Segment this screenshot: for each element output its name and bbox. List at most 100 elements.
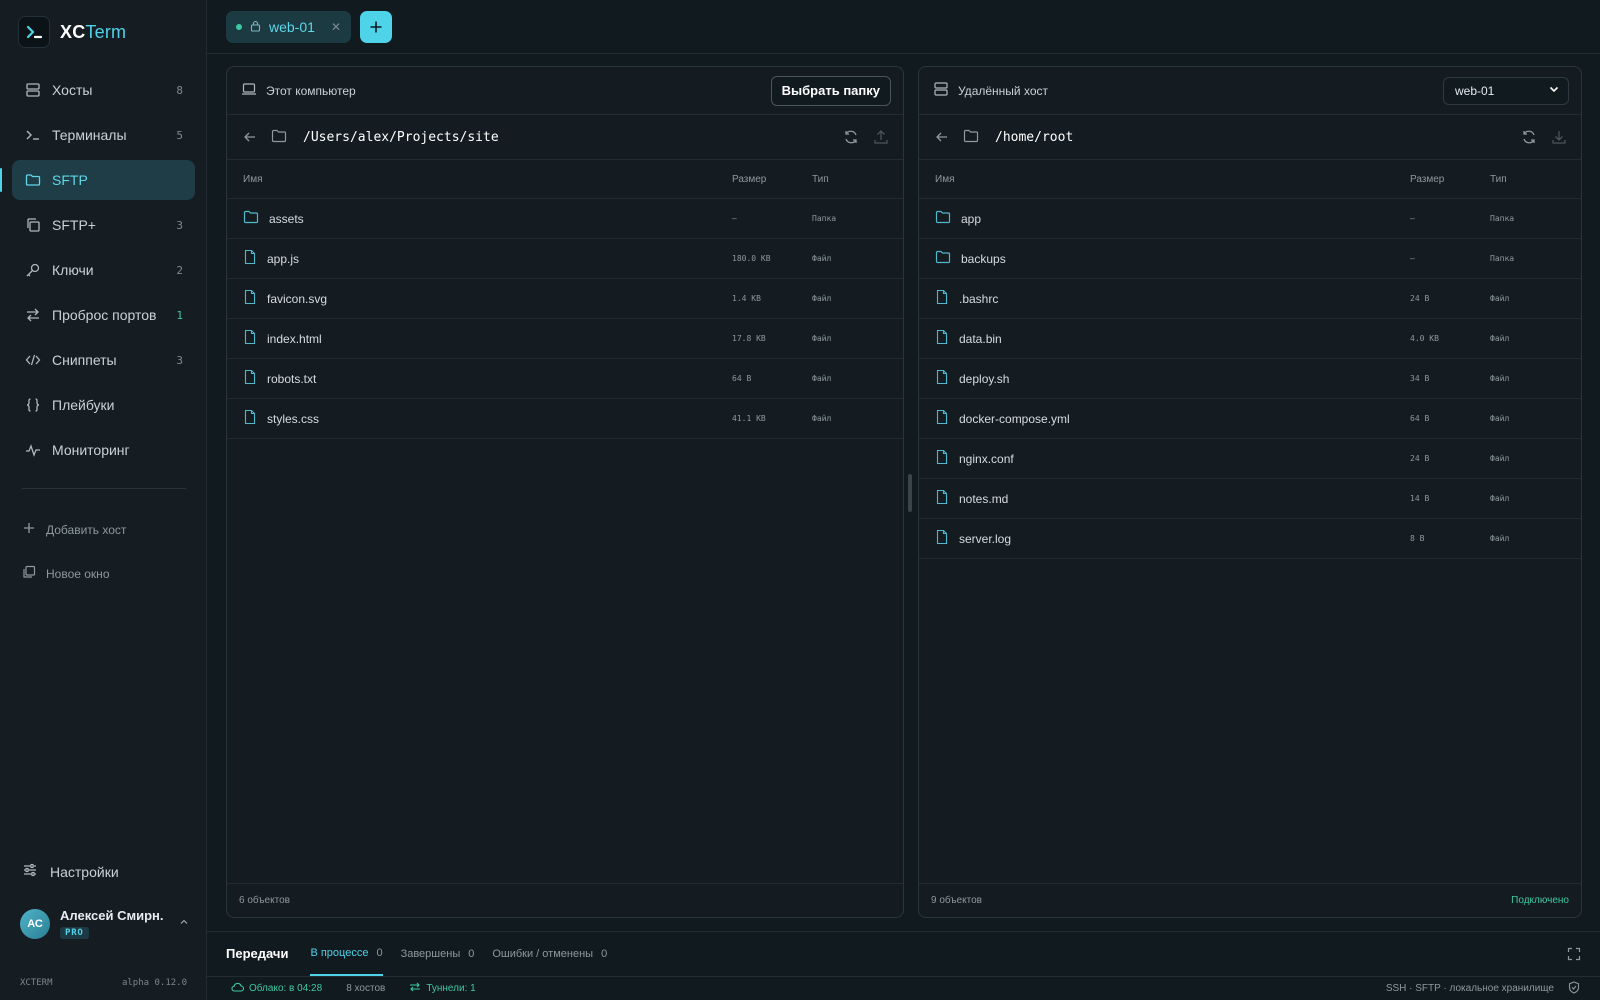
sidebar-item-terminals[interactable]: Терминалы 5 <box>12 115 195 155</box>
tab-count: 0 <box>601 947 608 960</box>
table-row[interactable]: favicon.svg 1.4 KB Файл <box>227 279 903 319</box>
refresh-icon[interactable] <box>843 129 859 145</box>
column-type[interactable]: Тип <box>812 174 887 185</box>
tab-errors[interactable]: Ошибки / отменены 0 <box>492 932 607 976</box>
chevron-down-icon <box>1548 83 1560 98</box>
file-type: Файл <box>1490 534 1510 543</box>
settings-button[interactable]: Настройки <box>22 862 119 881</box>
file-size: 64 B <box>732 374 752 383</box>
sidebar-item-count: 2 <box>176 263 183 277</box>
object-count: 6 объектов <box>239 895 290 906</box>
cloud-sync-text: Облако: в 04:28 <box>249 983 323 994</box>
table-row[interactable]: nginx.conf 24 B Файл <box>919 439 1581 479</box>
table-row[interactable]: .bashrc 24 B Файл <box>919 279 1581 319</box>
file-size: — <box>732 214 737 223</box>
sidebar-divider <box>22 488 186 489</box>
sidebar-item-monitoring[interactable]: Мониторинг <box>12 430 195 470</box>
sidebar-item-playbooks[interactable]: Плейбуки <box>12 385 195 425</box>
upload-icon[interactable] <box>873 129 889 145</box>
file-icon <box>935 329 949 348</box>
file-type: Папка <box>1490 214 1515 223</box>
sidebar-item-label: SFTP <box>52 172 88 188</box>
window-icon <box>22 565 36 582</box>
table-row[interactable]: backups — Папка <box>919 239 1581 279</box>
table-row[interactable]: data.bin 4.0 KB Файл <box>919 319 1581 359</box>
file-name: backups <box>961 251 1006 266</box>
column-size[interactable]: Размер <box>732 174 812 185</box>
local-path[interactable]: /Users/alex/Projects/site <box>303 130 829 145</box>
column-size[interactable]: Размер <box>1410 174 1490 185</box>
tab-web-01[interactable]: web-01 ✕ <box>226 11 351 43</box>
back-arrow-icon[interactable] <box>935 130 949 144</box>
tab-completed[interactable]: Завершены 0 <box>401 932 475 976</box>
add-host-button[interactable]: Добавить хост <box>22 521 126 538</box>
sidebar-item-label: Ключи <box>52 262 94 278</box>
file-icon <box>243 409 257 428</box>
new-window-button[interactable]: Новое окно <box>22 565 110 582</box>
table-row[interactable]: robots.txt 64 B Файл <box>227 359 903 399</box>
new-window-label: Новое окно <box>46 566 110 581</box>
sidebar-item-sftp[interactable]: SFTP <box>0 160 195 200</box>
tab-in-progress[interactable]: В процессе 0 <box>310 932 383 976</box>
back-arrow-icon[interactable] <box>243 130 257 144</box>
copy-icon <box>24 216 42 234</box>
column-name[interactable]: Имя <box>935 174 1410 185</box>
column-type[interactable]: Тип <box>1490 174 1565 185</box>
brand: XCTerm <box>18 16 126 48</box>
file-size: — <box>1410 214 1415 223</box>
file-size: 4.0 KB <box>1410 334 1439 343</box>
download-icon[interactable] <box>1551 129 1567 145</box>
table-row[interactable]: notes.md 14 B Файл <box>919 479 1581 519</box>
table-row[interactable]: app — Папка <box>919 199 1581 239</box>
settings-label: Настройки <box>50 863 119 880</box>
file-size: 41.1 KB <box>732 414 766 423</box>
table-row[interactable]: index.html 17.8 KB Файл <box>227 319 903 359</box>
host-select-value: web-01 <box>1455 83 1495 98</box>
tunnels-text: Туннели: 1 <box>426 983 476 994</box>
user-menu[interactable]: АС Алексей Смирн... PRO <box>20 908 190 939</box>
file-size: 64 B <box>1410 414 1430 423</box>
choose-folder-button[interactable]: Выбрать папку <box>770 75 891 106</box>
tunnels-status[interactable]: Туннели: 1 <box>409 981 476 996</box>
file-size: 180.0 KB <box>732 254 771 263</box>
sidebar-item-snippets[interactable]: Сниппеты 3 <box>12 340 195 380</box>
sidebar-item-sftp-plus[interactable]: SFTP+ 3 <box>12 205 195 245</box>
tab-label: web-01 <box>269 19 315 35</box>
sidebar-item-hosts[interactable]: Хосты 8 <box>12 70 195 110</box>
table-row[interactable]: styles.css 41.1 KB Файл <box>227 399 903 439</box>
table-row[interactable]: assets — Папка <box>227 199 903 239</box>
file-name: index.html <box>267 331 322 346</box>
table-row[interactable]: docker-compose.yml 64 B Файл <box>919 399 1581 439</box>
remote-path-bar: /home/root <box>919 115 1581 160</box>
refresh-icon[interactable] <box>1521 129 1537 145</box>
table-row[interactable]: server.log 8 B Файл <box>919 519 1581 559</box>
sidebar-item-port-forwarding[interactable]: Проброс портов 1 <box>12 295 195 335</box>
file-name: assets <box>269 211 304 226</box>
file-type: Файл <box>812 254 832 263</box>
new-tab-button[interactable] <box>360 11 392 43</box>
column-name[interactable]: Имя <box>243 174 732 185</box>
protocols-text: SSH · SFTP · локальное хранилище <box>1385 983 1554 994</box>
cloud-status[interactable]: Облако: в 04:28 <box>231 982 322 995</box>
tunnel-arrows-icon <box>409 981 421 996</box>
host-select[interactable]: web-01 <box>1443 76 1569 105</box>
sidebar-item-label: Мониторинг <box>52 442 130 458</box>
braces-icon <box>24 396 42 414</box>
expand-icon[interactable] <box>1567 947 1581 961</box>
app-logo-icon <box>18 16 50 48</box>
status-bar: Облако: в 04:28 8 хостов Туннели: 1 SSH … <box>207 976 1600 1000</box>
remote-path[interactable]: /home/root <box>995 130 1507 145</box>
panel-resize-handle[interactable] <box>908 474 912 512</box>
remote-file-list: app — Папка backups — Папка .bashrc 24 B Файл … <box>919 199 1581 559</box>
file-icon <box>935 369 949 388</box>
connection-status: Подключено <box>1511 895 1569 906</box>
file-name: styles.css <box>267 411 320 426</box>
file-size: 14 B <box>1410 494 1430 503</box>
table-row[interactable]: app.js 180.0 KB Файл <box>227 239 903 279</box>
app-version: alpha 0.12.0 <box>121 978 187 988</box>
arrows-icon <box>24 306 42 324</box>
close-icon[interactable]: ✕ <box>331 20 341 34</box>
folder-icon <box>243 210 259 227</box>
sidebar-item-keys[interactable]: Ключи 2 <box>12 250 195 290</box>
table-row[interactable]: deploy.sh 34 B Файл <box>919 359 1581 399</box>
